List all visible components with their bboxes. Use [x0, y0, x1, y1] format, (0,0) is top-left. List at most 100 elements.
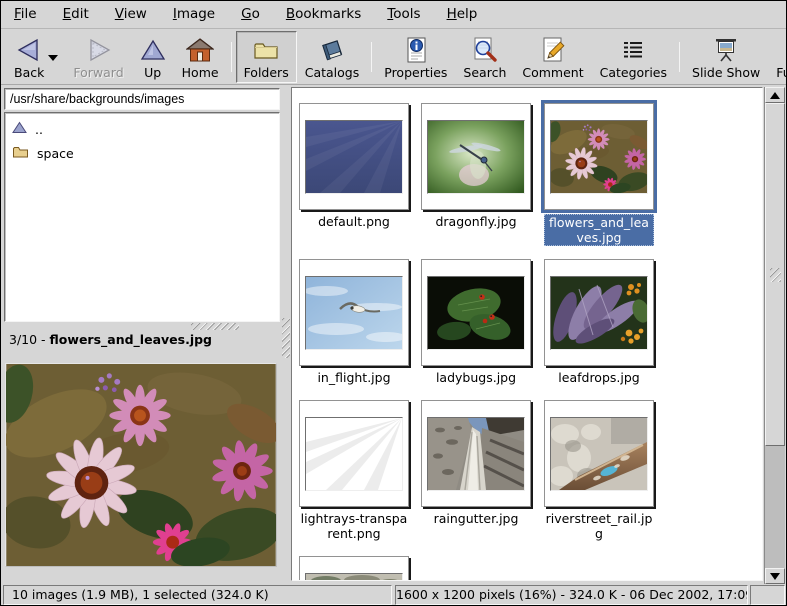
folder-icon	[12, 145, 29, 162]
home-button[interactable]: Home	[174, 31, 227, 83]
scroll-down-button[interactable]	[765, 568, 785, 584]
thumbnail-pane: default.png dragonfly.jpg flowers_and_le…	[291, 87, 763, 581]
search-button[interactable]: Search	[455, 31, 514, 83]
comment-icon	[540, 35, 566, 65]
preview-filename: flowers_and_leaves.jpg	[50, 332, 212, 347]
parent-directory-icon	[12, 121, 27, 137]
status-bar: 10 images (1.9 MB), 1 selected (324.0 K)…	[1, 584, 786, 606]
thumbnail-leafdrops[interactable]	[544, 259, 654, 366]
thumbnail-image-raingutter	[427, 417, 525, 491]
toolbar-separator	[231, 42, 232, 72]
menu-help[interactable]: Help	[434, 1, 491, 28]
scroll-down-arrow-icon	[770, 573, 780, 580]
thumbnail-image-ladybugs	[427, 276, 525, 350]
thumbnail-image-in-flight	[305, 276, 403, 350]
back-label: Back	[14, 65, 44, 80]
thumbnail-scrollbar[interactable]	[764, 87, 785, 584]
slideshow-button[interactable]: Slide Show	[684, 31, 768, 83]
thumbnail-label[interactable]: dragonfly.jpg	[421, 214, 531, 229]
folder-item-space[interactable]: space	[7, 141, 277, 165]
thumbnail-raingutter[interactable]	[421, 400, 531, 507]
thumbnail-flowers-and-leaves[interactable]	[544, 103, 654, 210]
thumbnail-label[interactable]: lightrays-transparent.png	[299, 511, 409, 541]
menu-image[interactable]: Image	[160, 1, 228, 28]
menu-bar: File Edit View Image Go Bookmarks Tools …	[1, 1, 786, 29]
catalogs-icon	[318, 35, 346, 65]
scroll-up-button[interactable]	[765, 87, 785, 103]
categories-button[interactable]: Categories	[592, 31, 675, 83]
categories-label: Categories	[600, 65, 667, 80]
horizontal-splitter-handle[interactable]	[191, 323, 239, 330]
scrollbar-grip	[770, 268, 781, 282]
preview-image	[5, 363, 277, 567]
folders-button[interactable]: Folders	[236, 31, 297, 83]
gthumb-window: File Edit View Image Go Bookmarks Tools …	[0, 0, 787, 606]
thumbnail-label[interactable]: in_flight.jpg	[299, 370, 409, 385]
thumbnail-in-flight[interactable]	[299, 259, 409, 366]
thumbnail-image-partial	[305, 573, 403, 581]
menu-edit[interactable]: Edit	[50, 1, 102, 28]
toolbar: Back Forward Up Home Folders	[1, 29, 786, 85]
menu-tools[interactable]: Tools	[374, 1, 433, 28]
comment-label: Comment	[522, 65, 583, 80]
categories-icon	[620, 35, 646, 65]
thumbnail-label[interactable]: riverstreet_rail.jpg	[544, 511, 654, 541]
properties-label: Properties	[384, 65, 447, 80]
menu-file[interactable]: File	[1, 1, 50, 28]
thumbnail-label[interactable]: default.png	[299, 214, 409, 229]
forward-button[interactable]: Forward	[65, 31, 131, 83]
thumbnail-label[interactable]: raingutter.jpg	[421, 511, 531, 526]
toolbar-separator	[371, 42, 372, 72]
folders-label: Folders	[244, 65, 289, 80]
vertical-splitter-handle[interactable]	[282, 318, 290, 358]
thumbnail-riverstreet-rail[interactable]	[544, 400, 654, 507]
home-label: Home	[182, 65, 219, 80]
up-label: Up	[144, 65, 161, 80]
catalogs-label: Catalogs	[305, 65, 360, 80]
thumbnail-dragonfly[interactable]	[421, 103, 531, 210]
fullscreen-label: Full Screen	[776, 65, 787, 80]
status-image-details: 1600 x 1200 pixels (16%) - 324.0 K - 06 …	[395, 585, 748, 605]
menu-go[interactable]: Go	[228, 1, 273, 28]
toolbar-separator	[679, 42, 680, 72]
back-button[interactable]: Back	[6, 31, 65, 83]
menu-view[interactable]: View	[102, 1, 160, 28]
thumbnail-lightrays[interactable]	[299, 400, 409, 507]
thumbnail-ladybugs[interactable]	[421, 259, 531, 366]
home-icon	[186, 35, 214, 65]
status-empty-box	[750, 585, 785, 605]
thumbnail-image-flowers-and-leaves	[550, 120, 648, 194]
thumbnail-image-default	[305, 120, 403, 194]
status-images-info: 10 images (1.9 MB), 1 selected (324.0 K)	[3, 585, 392, 605]
search-label: Search	[463, 65, 506, 80]
vertical-splitter[interactable]	[281, 87, 291, 581]
thumbnail-image-dragonfly	[427, 120, 525, 194]
thumbnail-default[interactable]	[299, 103, 409, 210]
slideshow-icon	[712, 35, 740, 65]
folder-list: .. space	[4, 112, 280, 322]
thumbnail-label[interactable]: ladybugs.jpg	[421, 370, 531, 385]
folder-item-parent[interactable]: ..	[7, 117, 277, 141]
location-path-input[interactable]	[4, 88, 280, 110]
thumbnail-image-leafdrops	[550, 276, 648, 350]
properties-button[interactable]: Properties	[376, 31, 455, 83]
comment-button[interactable]: Comment	[514, 31, 591, 83]
folder-item-label: ..	[35, 122, 43, 137]
properties-icon	[403, 35, 429, 65]
menu-bookmarks[interactable]: Bookmarks	[273, 1, 374, 28]
thumbnail-label[interactable]: leafdrops.jpg	[544, 370, 654, 385]
up-button[interactable]: Up	[132, 31, 174, 83]
scrollbar-thumb[interactable]	[765, 103, 785, 446]
slideshow-label: Slide Show	[692, 65, 760, 80]
folders-icon	[252, 35, 280, 65]
back-history-dropdown-icon[interactable]	[48, 55, 58, 61]
thumbnail-image-riverstreet-rail	[550, 417, 648, 491]
thumbnail-label-selected[interactable]: flowers_and_leaves.jpg	[544, 214, 654, 246]
up-icon	[140, 35, 166, 65]
fullscreen-button[interactable]: Full Screen	[768, 31, 787, 83]
thumbnail-partial[interactable]	[299, 556, 409, 581]
preview-position: 3/10	[9, 332, 37, 347]
thumbnail-image-lightrays	[305, 417, 403, 491]
search-icon	[471, 35, 499, 65]
catalogs-button[interactable]: Catalogs	[297, 31, 368, 83]
